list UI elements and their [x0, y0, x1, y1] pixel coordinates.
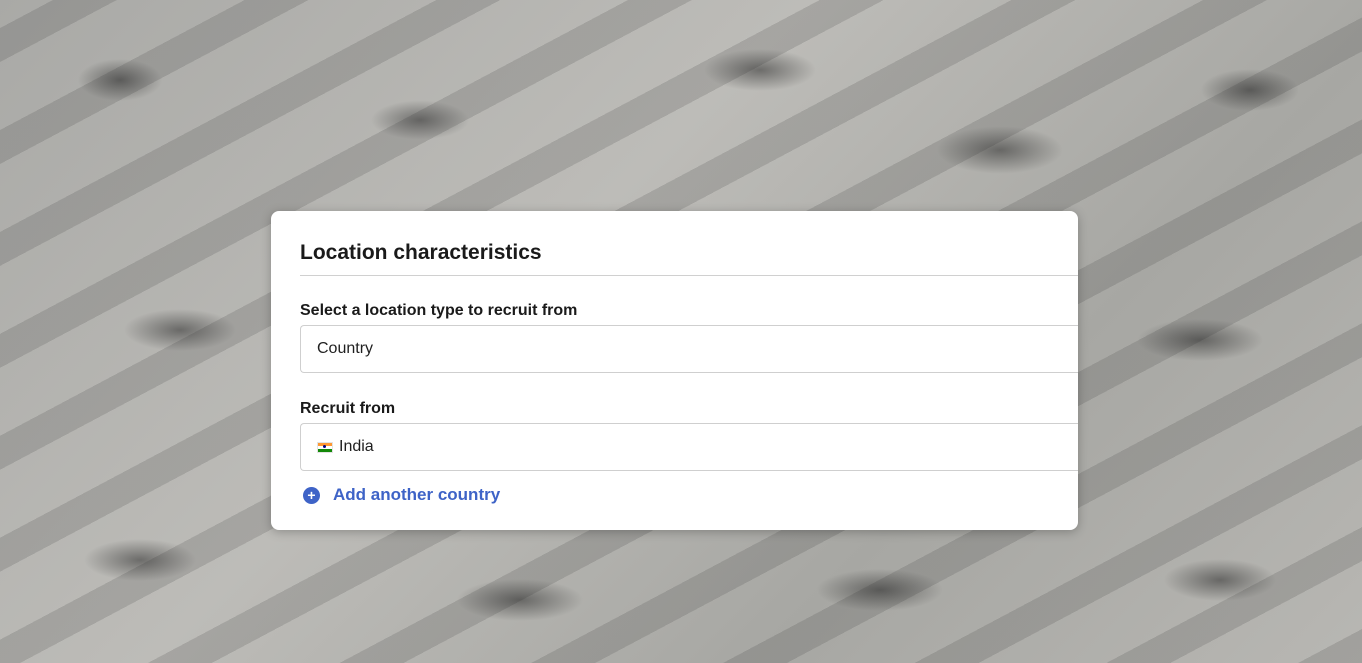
recruit-from-field[interactable]: India: [300, 423, 1078, 471]
plus-circle-icon: +: [303, 486, 320, 504]
add-another-country-label: Add another country: [333, 485, 501, 504]
card-title: Location characteristics: [300, 241, 542, 264]
location-characteristics-card: Location characteristics Select a locati…: [271, 211, 1078, 530]
location-type-value: Country: [317, 340, 374, 357]
location-type-label: Select a location type to recruit from: [300, 302, 578, 319]
recruit-from-label: Recruit from: [300, 400, 396, 417]
location-type-select[interactable]: Country: [300, 325, 1078, 373]
title-divider: [300, 275, 1078, 276]
india-flag-icon: [317, 441, 333, 453]
add-another-country-button[interactable]: + Add another country: [303, 485, 500, 505]
recruit-from-value: India: [339, 438, 374, 455]
